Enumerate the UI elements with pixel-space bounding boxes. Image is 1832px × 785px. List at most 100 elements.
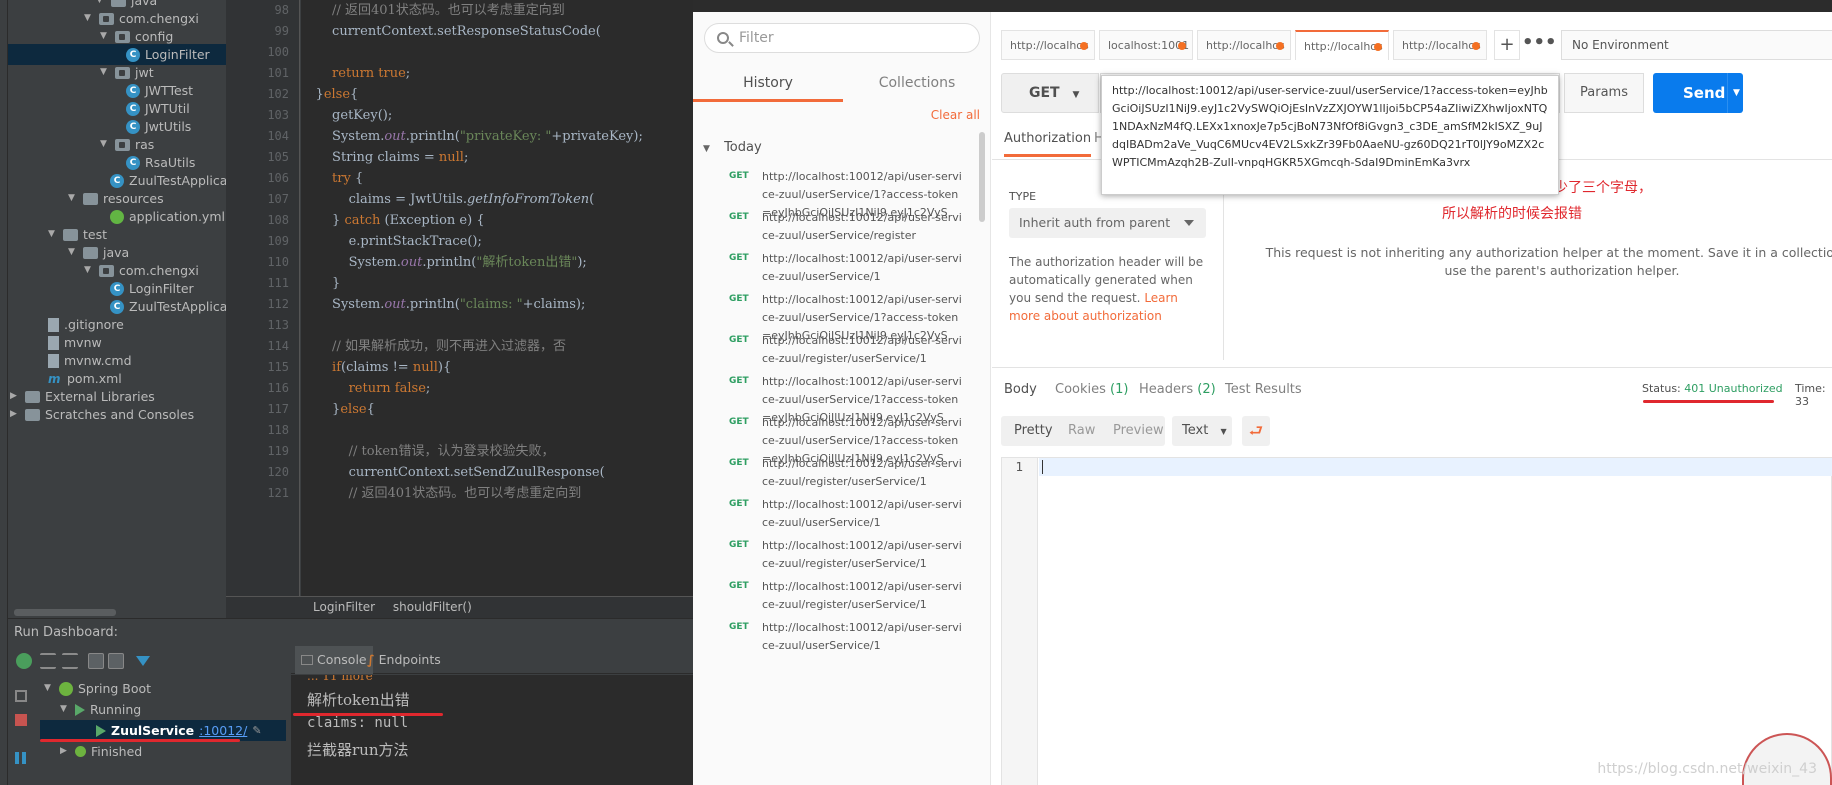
chevron-right-icon: ▶: [60, 746, 67, 756]
format-pretty[interactable]: Pretty: [1014, 416, 1053, 446]
pause-icon[interactable]: [15, 752, 19, 764]
more-tabs-button[interactable]: •••: [1522, 30, 1557, 60]
environment-select[interactable]: No Environment: [1561, 30, 1832, 60]
url-expanded-popup[interactable]: http://localhost:10012/api/user-service-…: [1101, 75, 1559, 195]
maven-icon: m: [48, 371, 61, 386]
code-token: System.: [301, 129, 385, 144]
edit-icon[interactable]: ✎: [252, 720, 261, 741]
console-output[interactable]: ... 11 more 解析token出错 claims: null 拦截器ru…: [291, 675, 693, 785]
tab-headers[interactable]: Headers (2): [1139, 382, 1216, 397]
code-token: );: [577, 255, 587, 270]
code-token: }: [301, 402, 341, 417]
wrap-lines-icon[interactable]: ⮐: [1242, 416, 1270, 446]
response-time: Time: 33: [1795, 382, 1826, 408]
code-token: System.: [301, 297, 385, 312]
running-node[interactable]: ▼ Running: [60, 699, 141, 720]
code-token: }: [301, 213, 345, 228]
tab-cookies[interactable]: Cookies (1): [1055, 382, 1128, 397]
group-by-config-icon[interactable]: [108, 653, 124, 669]
tab-endpoints[interactable]: ∫ Endpoints: [361, 646, 447, 674]
response-tabs: Body Cookies (1) Headers (2) Test Result…: [992, 367, 1832, 408]
tab-test-results[interactable]: Test Results: [1225, 382, 1302, 397]
running-label: Running: [90, 702, 142, 717]
group-by-type-icon[interactable]: [88, 653, 104, 669]
code-token: (Exception e) {: [384, 213, 485, 228]
code-token: currentContext.setSendZuulResponse(: [301, 465, 605, 480]
request-tab[interactable]: http://localhos: [1393, 30, 1487, 60]
code-editor[interactable]: // 返回401状态码。也可以考虑重定向到 currentContext.set…: [301, 0, 693, 596]
ide-left-strip: [0, 0, 8, 785]
stop-icon[interactable]: [15, 714, 27, 726]
class-icon: C: [110, 173, 124, 188]
editor-gutter: 98 99 100 101 102 103 104 105 106 107 108 109 110 111…: [226, 0, 300, 596]
method-select[interactable]: GET ▼: [1001, 73, 1099, 113]
finished-node[interactable]: ▶ Finished: [60, 741, 142, 762]
code-token: {: [350, 87, 359, 102]
code-token: // 返回401状态码。也可以考虑重定向到: [301, 486, 582, 501]
layout-icon[interactable]: [15, 690, 27, 702]
code-token: .println(: [422, 255, 477, 270]
sidebar-scrollbar[interactable]: [979, 132, 985, 222]
breadcrumb-method[interactable]: shouldFilter(): [393, 600, 472, 614]
console-line: 解析token出错: [307, 691, 410, 709]
format-preview[interactable]: Preview: [1113, 416, 1164, 446]
auth-note: The authorization header will be automat…: [1009, 253, 1209, 325]
history-method-badge: GET: [729, 540, 749, 550]
chevron-down-icon: ▼: [1220, 427, 1227, 436]
tree-item-label: LoginFilter: [145, 47, 210, 62]
history-url: http://localhost:10012/api/user-service-…: [762, 539, 962, 570]
ide-window: ▼ java ▼ com.chengxi ▼ config C LoginFilter ▼ jwt…: [0, 0, 693, 785]
run-side-toolbar: [8, 676, 36, 785]
code-token: return false: [301, 381, 426, 396]
history-item[interactable]: GET http://localhost:10012/api/user-servi…: [693, 619, 975, 667]
service-port-link[interactable]: :10012/: [199, 720, 247, 741]
request-tab-label: http://localhos: [1304, 40, 1383, 53]
rerun-icon[interactable]: [16, 653, 32, 669]
chevron-right-icon[interactable]: ▶: [10, 404, 20, 425]
code-token: String claims =: [301, 150, 439, 165]
zuul-service-node[interactable]: ZuulService :10012/ ✎: [40, 720, 286, 741]
history-url: http://localhost:10012/api/user-service-…: [762, 211, 962, 242]
response-type-select[interactable]: Text ▼: [1172, 416, 1232, 446]
folder-icon: [111, 0, 126, 7]
collapse-all-icon[interactable]: [62, 653, 78, 669]
history-method-badge: GET: [729, 294, 749, 304]
send-button[interactable]: Send ▼: [1653, 73, 1743, 113]
expand-all-icon[interactable]: [40, 653, 56, 669]
spring-boot-node[interactable]: ▼ Spring Boot: [44, 678, 151, 699]
tab-body-label: Body: [1004, 382, 1037, 397]
request-tab[interactable]: localhost:1001: [1099, 30, 1193, 60]
chevron-down-icon: ▼: [1072, 90, 1080, 100]
postman-sidebar: Filter History Collections Clear all ▼ T…: [693, 12, 991, 785]
annotation-underline-console: [293, 713, 443, 716]
tree-item[interactable]: ▶ Scratches and Consoles: [8, 404, 194, 425]
request-tab-label: localhost:1001: [1108, 39, 1190, 52]
request-tab[interactable]: http://localhos: [1295, 30, 1389, 60]
new-tab-button[interactable]: +: [1494, 30, 1520, 60]
history-url: http://localhost:10012/api/user-service-…: [762, 621, 962, 652]
send-dropdown-icon[interactable]: ▼: [1727, 73, 1745, 113]
history-method-badge: GET: [729, 622, 749, 632]
file-icon: [48, 335, 59, 350]
package-icon: [115, 138, 130, 151]
project-tree-scrollbar[interactable]: [14, 609, 116, 616]
tab-body[interactable]: Body: [1004, 382, 1037, 397]
editor-breadcrumb: LoginFilter shouldFilter(): [226, 596, 693, 618]
history-method-badge: GET: [729, 458, 749, 468]
request-tab[interactable]: http://localhos: [1197, 30, 1291, 60]
response-body-editor[interactable]: 1: [1001, 457, 1832, 785]
params-button[interactable]: Params: [1564, 73, 1644, 113]
yaml-file-icon: [110, 209, 124, 224]
format-raw[interactable]: Raw: [1068, 416, 1095, 446]
code-token: catch: [344, 213, 385, 228]
postman-window: Filter History Collections Clear all ▼ T…: [693, 0, 1832, 785]
code-token: (claims !=: [341, 360, 413, 375]
auth-type-select[interactable]: Inherit auth from parent: [1009, 208, 1206, 238]
breadcrumb-class[interactable]: LoginFilter: [313, 600, 375, 614]
postman-topbar: [693, 0, 1832, 12]
tab-authorization[interactable]: Authorization: [1004, 131, 1092, 157]
request-tab[interactable]: http://localhos: [1001, 30, 1095, 60]
annotation-line: 所以解析的时候会报错: [1442, 206, 1582, 222]
code-token: // 返回401状态码。也可以考虑重定向到: [301, 3, 565, 18]
filter-icon[interactable]: [136, 656, 150, 666]
